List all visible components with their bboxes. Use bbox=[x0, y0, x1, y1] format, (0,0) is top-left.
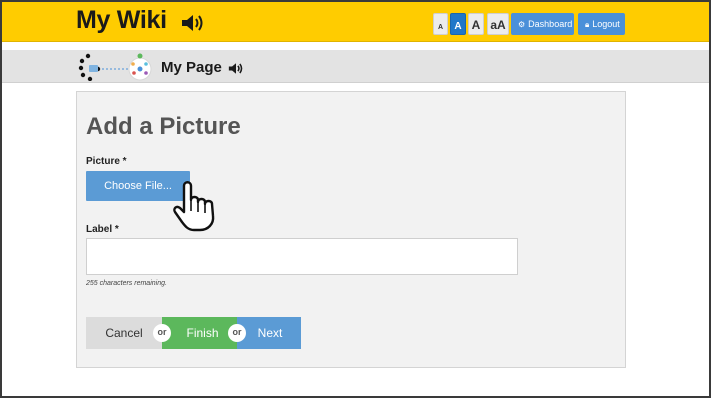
page-title[interactable]: My Page bbox=[161, 59, 222, 76]
dashboard-button[interactable]: ⚙ Dashboard bbox=[511, 13, 574, 35]
text-size-medium-button[interactable]: A bbox=[468, 13, 484, 35]
hand-pointer-icon bbox=[173, 181, 215, 232]
picture-field-label: Picture * bbox=[86, 156, 127, 167]
top-header: My Wiki A A A aA ⚙ Dashboard 🔒︎ Logout bbox=[2, 2, 709, 42]
cogs-icon: ⚙ bbox=[518, 20, 526, 29]
navigation-dots-icon[interactable] bbox=[78, 53, 156, 81]
speaker-icon[interactable] bbox=[181, 13, 205, 33]
finish-button[interactable]: Finish bbox=[162, 317, 237, 349]
form-title: Add a Picture bbox=[86, 113, 241, 140]
add-picture-form: Add a Picture Picture * Choose File... L… bbox=[76, 91, 626, 368]
app-window: My Wiki A A A aA ⚙ Dashboard 🔒︎ Logout M… bbox=[0, 0, 711, 398]
cancel-button[interactable]: Cancel bbox=[86, 317, 162, 349]
logout-label: Logout bbox=[592, 19, 620, 29]
next-button[interactable]: Next bbox=[237, 317, 301, 349]
characters-remaining-hint: 255 characters remaining. bbox=[86, 280, 167, 287]
or-separator: or bbox=[228, 324, 246, 342]
text-size-large-button[interactable]: aA bbox=[487, 13, 509, 35]
label-input[interactable] bbox=[86, 238, 518, 275]
text-size-small-button[interactable]: A bbox=[450, 13, 466, 35]
label-field-label: Label * bbox=[86, 224, 119, 235]
site-title[interactable]: My Wiki bbox=[76, 6, 167, 35]
text-size-xsmall-button[interactable]: A bbox=[433, 13, 448, 35]
logout-button[interactable]: 🔒︎ Logout bbox=[578, 13, 625, 35]
speaker-icon[interactable] bbox=[228, 62, 244, 75]
dashboard-label: Dashboard bbox=[528, 19, 573, 29]
lock-icon: 🔒︎ bbox=[585, 20, 590, 29]
or-separator: or bbox=[153, 324, 171, 342]
breadcrumb: My Page bbox=[2, 50, 709, 83]
